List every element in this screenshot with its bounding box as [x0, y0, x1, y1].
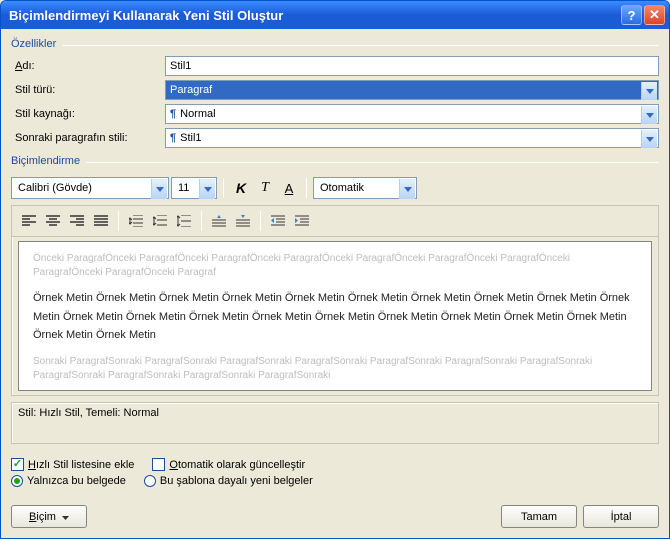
font-color-combo[interactable]: Otomatik — [313, 177, 417, 199]
space-before-dec-icon — [236, 214, 250, 228]
style-type-combo[interactable]: Paragraf — [165, 80, 659, 100]
close-icon: ✕ — [649, 7, 660, 23]
font-name-combo[interactable]: Calibri (Gövde) — [11, 177, 169, 199]
style-based-label: Stil kaynağı: — [11, 108, 165, 120]
cancel-button[interactable]: İptal — [583, 505, 659, 528]
space-before-inc-button[interactable] — [208, 210, 230, 232]
description-box: Stil: Hızlı Stil, Temeli: Normal — [11, 402, 659, 444]
checkbox-icon — [152, 458, 165, 471]
name-label: Adı: — [11, 60, 165, 72]
italic-button[interactable]: T — [254, 177, 276, 199]
description-text: Stil: Hızlı Stil, Temeli: Normal — [18, 407, 159, 419]
style-type-value: Paragraf — [170, 84, 212, 96]
indent-decrease-button[interactable] — [267, 210, 289, 232]
align-right-button[interactable] — [66, 210, 88, 232]
cancel-button-label: İptal — [611, 511, 632, 523]
font-toolbar: Calibri (Gövde) 11 K T A Otomatik — [11, 173, 659, 203]
radio-icon — [144, 475, 156, 487]
doc-only-label: Yalnızca bu belgede — [27, 475, 126, 487]
bold-icon: K — [236, 180, 246, 196]
pilcrow-icon: ¶ — [170, 132, 176, 144]
template-radio[interactable]: Bu şablona dayalı yeni belgeler — [144, 475, 313, 487]
chevron-down-icon — [151, 179, 167, 199]
auto-update-label: Otomatik olarak güncelleştir — [169, 459, 305, 471]
format-button-label: Biçim — [29, 511, 56, 523]
title-text: Biçimlendirmeyi Kullanarak Yeni Stil Olu… — [9, 8, 619, 23]
line-spacing-2-button[interactable] — [173, 210, 195, 232]
align-center-button[interactable] — [42, 210, 64, 232]
ok-button[interactable]: Tamam — [501, 505, 577, 528]
align-justify-icon — [94, 215, 108, 227]
underline-button[interactable]: A — [278, 177, 300, 199]
space-before-inc-icon — [212, 214, 226, 228]
align-left-button[interactable] — [18, 210, 40, 232]
doc-only-radio[interactable]: Yalnızca bu belgede — [11, 475, 126, 487]
style-based-value: Normal — [180, 108, 215, 120]
align-right-icon — [70, 215, 84, 227]
align-center-icon — [46, 215, 60, 227]
line-spacing-1-button[interactable] — [125, 210, 147, 232]
titlebar: Biçimlendirmeyi Kullanarak Yeni Stil Olu… — [1, 1, 669, 29]
checkbox-icon — [11, 458, 24, 471]
properties-group: Özellikler — [11, 35, 659, 56]
format-button[interactable]: Biçim — [11, 505, 87, 528]
chevron-down-icon — [199, 179, 215, 199]
line-spacing-15-button[interactable] — [149, 210, 171, 232]
formatting-group: Biçimlendirme — [11, 152, 659, 173]
chevron-down-icon — [641, 82, 657, 100]
indent-increase-button[interactable] — [291, 210, 313, 232]
italic-icon: T — [261, 180, 269, 196]
chevron-down-icon — [399, 179, 415, 199]
font-name-value: Calibri (Gövde) — [18, 182, 92, 194]
line-spacing-15-icon — [153, 215, 167, 227]
line-spacing-1-icon — [129, 215, 143, 227]
underline-icon: A — [285, 181, 294, 196]
formatting-label: Biçimlendirme — [11, 155, 80, 167]
next-style-label: Sonraki paragrafın stili: — [11, 132, 165, 144]
close-button[interactable]: ✕ — [644, 5, 665, 25]
chevron-down-icon — [62, 511, 69, 523]
style-type-label: Stil türü: — [11, 84, 165, 96]
ok-button-label: Tamam — [521, 511, 557, 523]
font-color-value: Otomatik — [320, 182, 364, 194]
line-spacing-2-icon — [177, 215, 191, 227]
auto-update-checkbox[interactable]: Otomatik olarak güncelleştir — [152, 458, 305, 471]
font-size-combo[interactable]: 11 — [171, 177, 217, 199]
dialog-window: Biçimlendirmeyi Kullanarak Yeni Stil Olu… — [0, 0, 670, 539]
preview-before: Önceki ParagrafÖnceki ParagrafÖnceki Par… — [33, 252, 637, 279]
quick-style-checkbox[interactable]: Hızlı Stil listesine ekle — [11, 458, 134, 471]
chevron-down-icon — [641, 130, 657, 148]
preview-after: Sonraki ParagrafSonraki ParagrafSonraki … — [33, 355, 637, 382]
style-based-combo[interactable]: ¶ Normal — [165, 104, 659, 124]
quick-style-label: Hızlı Stil listesine ekle — [28, 459, 134, 471]
preview-pane: Önceki ParagrafÖnceki ParagrafÖnceki Par… — [18, 241, 652, 391]
help-button[interactable]: ? — [621, 5, 642, 25]
next-style-combo[interactable]: ¶ Stil1 — [165, 128, 659, 148]
align-justify-button[interactable] — [90, 210, 112, 232]
chevron-down-icon — [641, 106, 657, 124]
font-size-value: 11 — [178, 182, 189, 194]
pilcrow-icon: ¶ — [170, 108, 176, 120]
name-input[interactable] — [165, 56, 659, 76]
bold-button[interactable]: K — [230, 177, 252, 199]
paragraph-toolbar — [12, 206, 658, 237]
template-label: Bu şablona dayalı yeni belgeler — [160, 475, 313, 487]
radio-icon — [11, 475, 23, 487]
properties-label: Özellikler — [11, 38, 56, 50]
indent-increase-icon — [295, 215, 309, 227]
space-before-dec-button[interactable] — [232, 210, 254, 232]
preview-sample: Örnek Metin Örnek Metin Örnek Metin Örne… — [33, 289, 637, 345]
indent-decrease-icon — [271, 215, 285, 227]
align-left-icon — [22, 215, 36, 227]
next-style-value: Stil1 — [180, 132, 201, 144]
paragraph-frame: Önceki ParagrafÖnceki ParagrafÖnceki Par… — [11, 205, 659, 396]
